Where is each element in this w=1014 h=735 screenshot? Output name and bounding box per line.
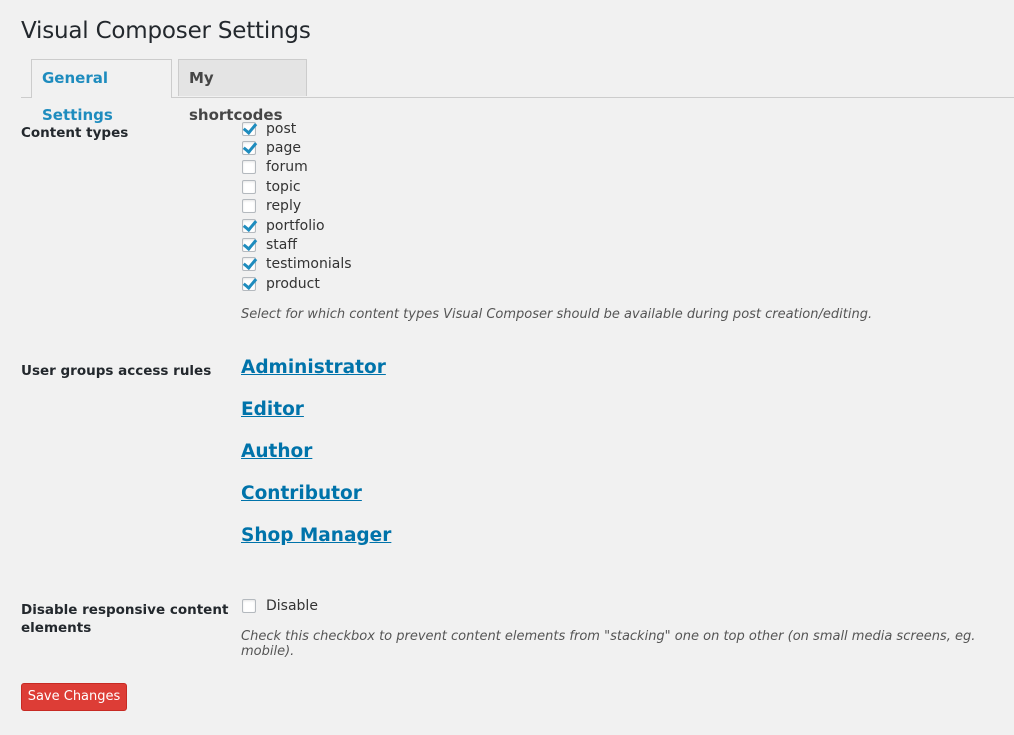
tab-my-shortcodes[interactable]: My shortcodes [178,59,307,124]
responsive-hint: Check this checkbox to prevent content e… [241,629,976,659]
tab-bar: General Settings My shortcodes [21,59,1014,124]
user-group-link-author[interactable]: Author [241,440,391,482]
content-type-label: reply [266,198,302,215]
user-groups-links: Administrator Editor Author Contributor Shop… [241,356,391,566]
content-type-checkbox-product[interactable] [242,276,256,291]
tab-general-settings[interactable]: General Settings [31,59,172,124]
user-group-link-editor[interactable]: Editor [241,398,391,440]
content-type-page[interactable]: page [242,138,352,157]
save-changes-button[interactable]: Save Changes [21,683,127,711]
user-group-link-shop-manager[interactable]: Shop Manager [241,524,391,566]
content-types-hint: Select for which content types Visual Co… [241,307,873,322]
content-type-staff[interactable]: staff [242,235,352,254]
content-type-topic[interactable]: topic [242,177,352,196]
content-type-reply[interactable]: reply [242,197,352,216]
content-type-checkbox-testimonials[interactable] [242,257,256,272]
content-type-post[interactable]: post [242,119,352,138]
page-title: Visual Composer Settings [21,18,311,44]
content-type-checkbox-topic[interactable] [242,179,256,194]
content-type-label: portfolio [266,217,325,234]
content-type-label: topic [266,178,301,195]
content-type-label: forum [266,159,308,176]
responsive-label-line2: elements [21,620,92,636]
user-group-link-administrator[interactable]: Administrator [241,356,391,398]
responsive-option: Disable [242,596,318,615]
content-type-testimonials[interactable]: testimonials [242,255,352,274]
content-type-checkbox-reply[interactable] [242,199,256,214]
content-type-label: product [266,275,320,292]
responsive-label-line1: Disable responsive content [21,602,229,618]
content-type-checkbox-post[interactable] [242,121,256,136]
content-type-forum[interactable]: forum [242,158,352,177]
content-type-label: page [266,140,301,157]
content-type-label: testimonials [266,256,352,273]
user-groups-label: User groups access rules [21,363,212,379]
content-types-list: post page forum topic reply portfolio staff tes… [242,119,352,294]
content-type-label: post [266,120,297,137]
content-type-checkbox-staff[interactable] [242,238,256,253]
disable-responsive-checkbox[interactable] [242,598,256,613]
content-types-label: Content types [21,125,129,141]
content-type-product[interactable]: product [242,274,352,293]
content-type-checkbox-page[interactable] [242,141,256,156]
content-type-label: staff [266,237,298,254]
disable-responsive-checkbox-label: Disable [266,597,318,614]
responsive-label: Disable responsive content elements [21,601,228,637]
content-type-checkbox-forum[interactable] [242,160,256,175]
user-group-link-contributor[interactable]: Contributor [241,482,391,524]
disable-responsive-option[interactable]: Disable [242,596,318,615]
content-type-portfolio[interactable]: portfolio [242,216,352,235]
content-type-checkbox-portfolio[interactable] [242,218,256,233]
